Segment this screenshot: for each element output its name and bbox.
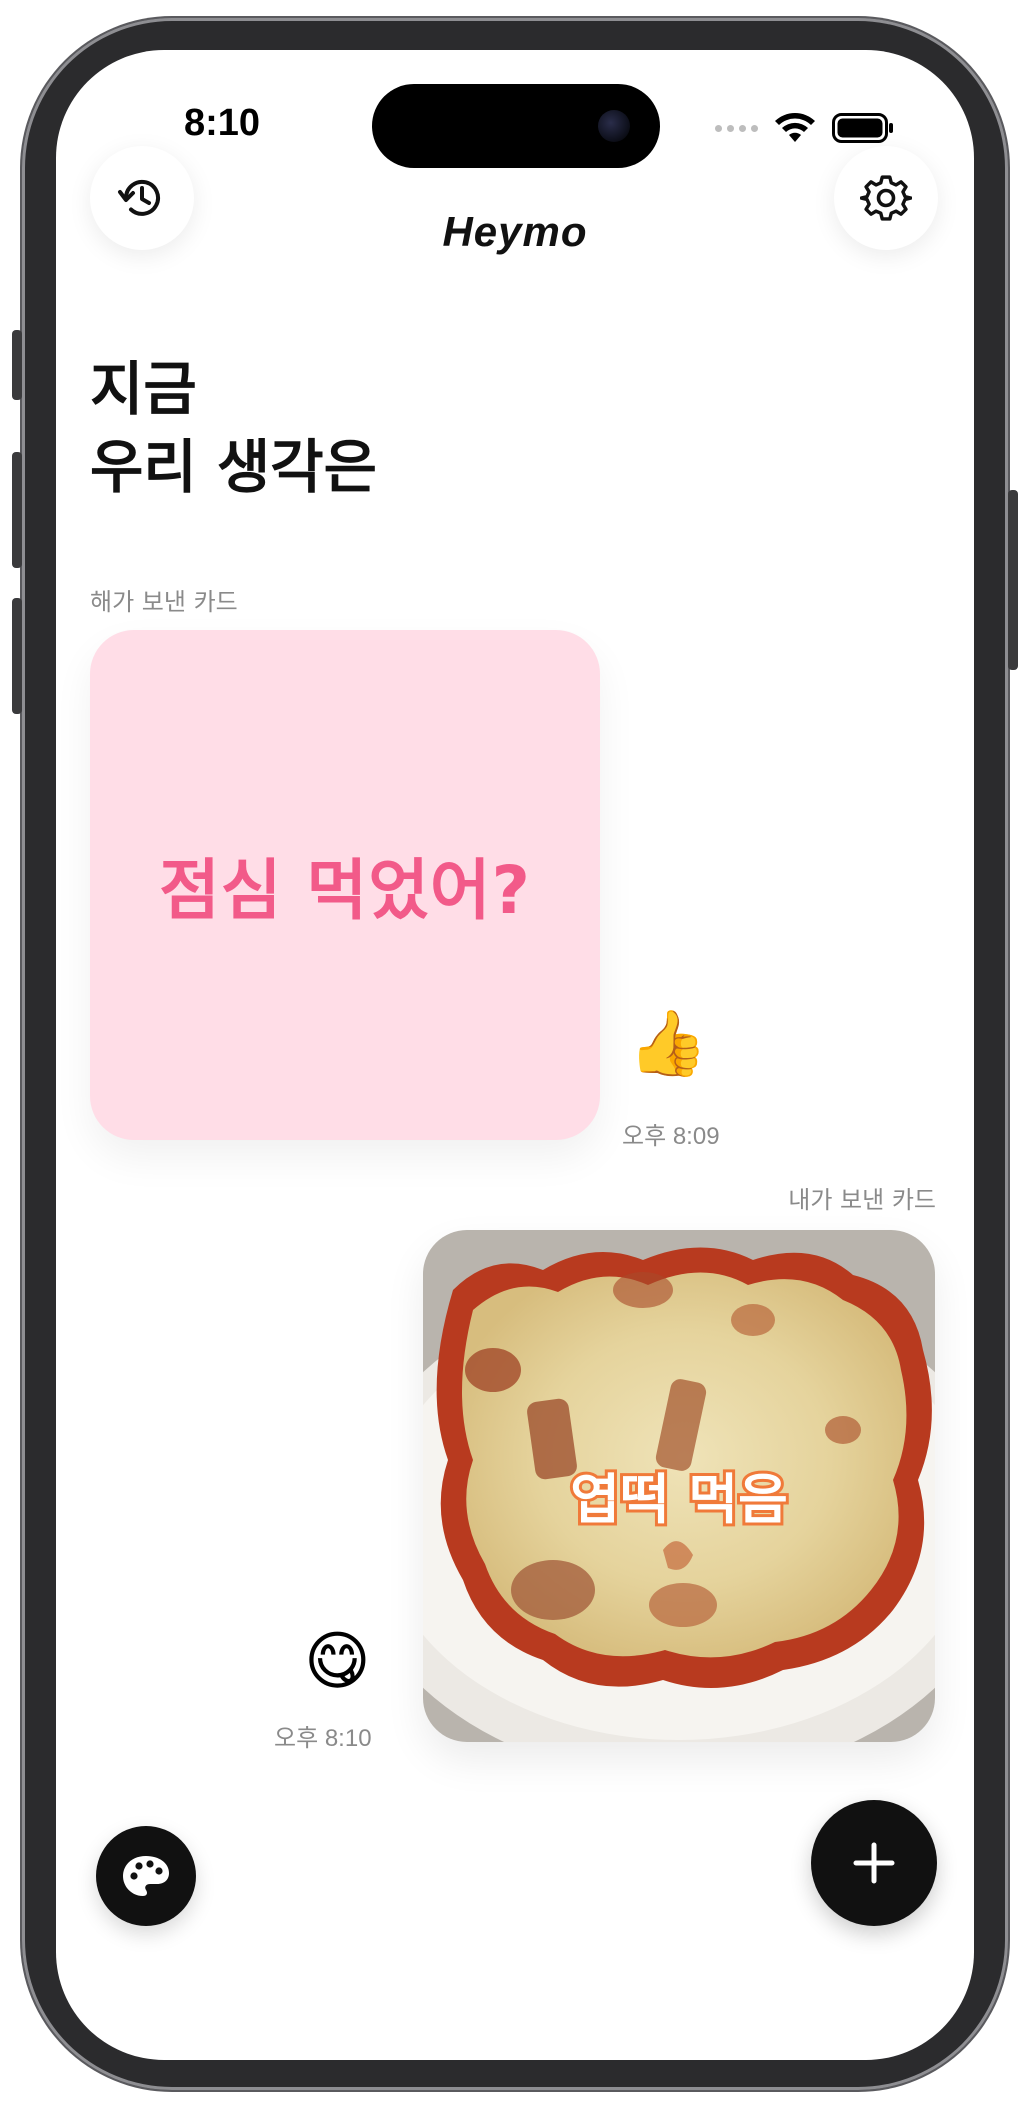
sent-card[interactable]: 엽떡 먹음 xyxy=(423,1230,935,1742)
volume-up-button xyxy=(12,452,22,568)
sent-card-reaction[interactable]: 😋 xyxy=(304,1630,371,1694)
status-indicators xyxy=(715,112,894,144)
received-card-text: 점심 먹었어? xyxy=(159,852,531,929)
received-card-reaction[interactable]: 👍 xyxy=(628,1012,708,1076)
add-card-button[interactable] xyxy=(811,1800,937,1926)
received-card-time: 오후 8:09 xyxy=(622,1123,720,1150)
plus-icon xyxy=(853,1842,895,1884)
palette-icon xyxy=(123,1856,169,1896)
camera-lens xyxy=(598,110,630,142)
received-card-label: 해가 보낸 카드 xyxy=(90,588,238,616)
headline-line-1: 지금 xyxy=(90,355,197,423)
sent-card-text: 엽떡 먹음 xyxy=(567,1465,791,1534)
page-headline: 지금 우리 생각은 xyxy=(90,350,377,506)
battery-icon xyxy=(832,113,893,143)
headline-line-2: 우리 생각은 xyxy=(90,433,377,501)
received-card[interactable]: 점심 먹었어? xyxy=(90,630,600,1140)
sent-card-time: 오후 8:10 xyxy=(274,1725,372,1752)
gear-icon xyxy=(860,175,912,221)
power-button xyxy=(1008,490,1018,670)
sent-card-label: 내가 보낸 카드 xyxy=(788,1186,936,1214)
dynamic-island xyxy=(372,84,660,168)
volume-down-button xyxy=(12,598,22,714)
status-time: 8:10 xyxy=(184,102,261,144)
wifi-icon xyxy=(775,113,815,142)
action-button xyxy=(12,330,22,400)
signal-icon xyxy=(715,124,758,132)
settings-button[interactable] xyxy=(834,146,938,250)
theme-palette-button[interactable] xyxy=(96,1826,196,1926)
app-screen: 8:10 Heymo 지금 우리 생각은 해가 보낸 카드 점심 먹었어? 👍 … xyxy=(56,50,974,2060)
